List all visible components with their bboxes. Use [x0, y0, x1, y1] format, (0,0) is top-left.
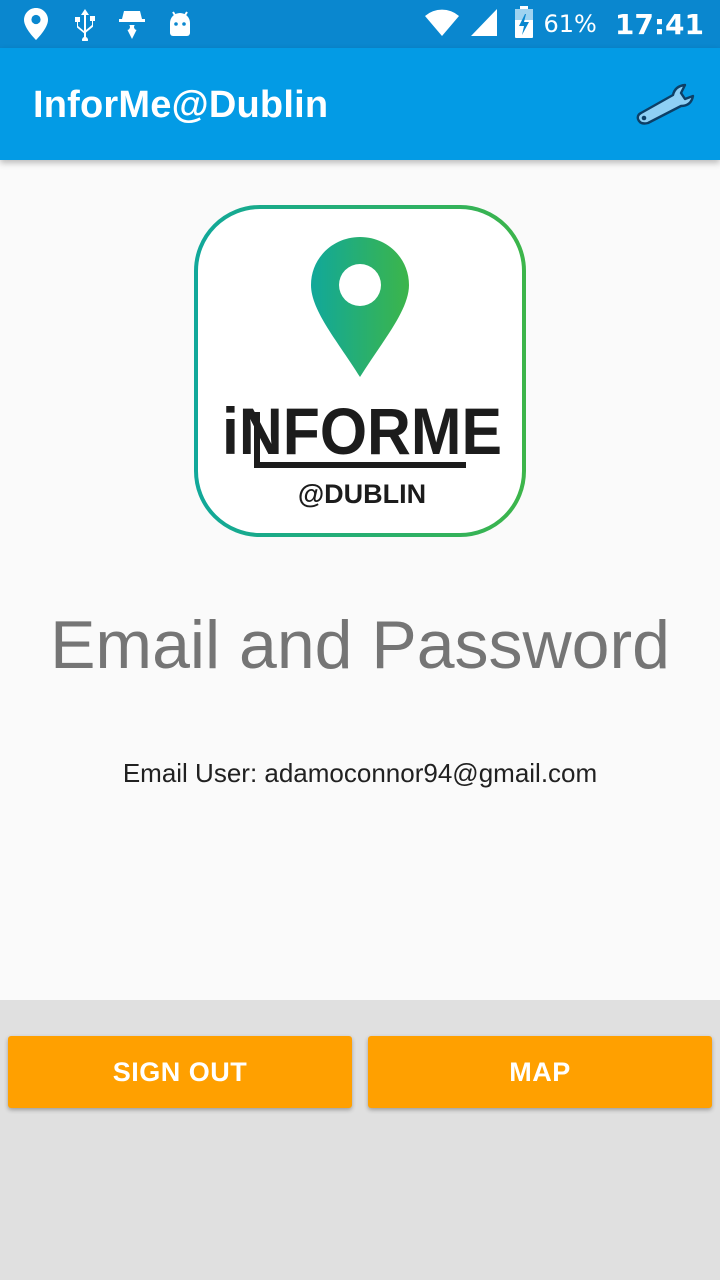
settings-button[interactable]	[634, 78, 696, 130]
user-email-text: Email User: adamoconnor94@gmail.com	[122, 758, 598, 788]
signal-icon	[470, 7, 498, 42]
app-bar: InforMe@Dublin	[0, 48, 720, 160]
bottom-button-bar: SIGN OUT MAP	[0, 1000, 720, 1280]
logo-text: iNFORME	[222, 396, 502, 469]
map-button[interactable]: MAP	[368, 1036, 712, 1108]
incognito-icon	[118, 6, 146, 42]
wrench-icon	[636, 83, 695, 125]
battery-percentage: 61%	[543, 10, 597, 38]
app-title: InforMe@Dublin	[33, 84, 329, 126]
android-icon	[166, 6, 194, 42]
usb-icon	[72, 6, 98, 42]
app-logo: iNFORME @DUBLIN	[194, 205, 526, 537]
page-heading: Email and Password	[50, 607, 670, 683]
logo-subtext: @DUBLIN	[298, 479, 426, 509]
location-pin-icon	[22, 6, 50, 42]
battery-charging-icon	[514, 5, 534, 44]
wifi-icon	[424, 7, 460, 42]
clock: 17:41	[614, 7, 704, 41]
sign-out-button[interactable]: SIGN OUT	[8, 1036, 352, 1108]
status-bar: 61% 17:41	[0, 0, 720, 48]
